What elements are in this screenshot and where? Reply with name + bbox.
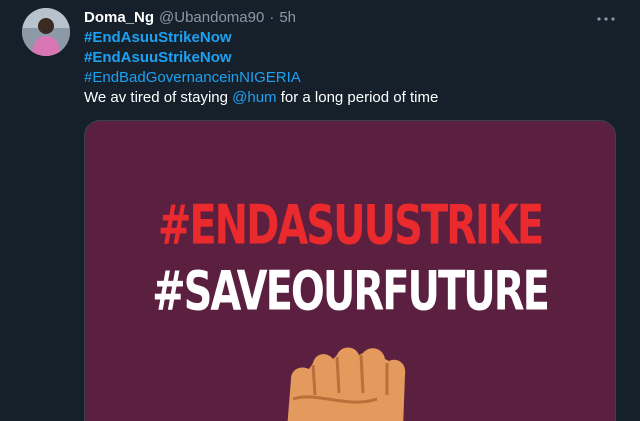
media-text-saveourfuture: #SAVEOURFUTURE	[152, 260, 550, 324]
tweet-text-start: We av tired of staying	[84, 89, 233, 106]
avatar[interactable]	[22, 8, 70, 56]
more-horizontal-icon[interactable]	[594, 10, 618, 28]
display-name[interactable]: Doma_Ng	[84, 8, 154, 28]
timestamp[interactable]: 5h	[279, 8, 296, 28]
avatar-image	[22, 8, 70, 56]
tweet-header: Doma_Ng @Ubandoma90 · 5h	[84, 8, 624, 28]
tweet-media-image[interactable]: #ENDASUUSTRIKE #SAVEOURFUTURE	[84, 120, 616, 421]
hashtag-link[interactable]: #EndAsuuStrikeNow	[84, 28, 624, 48]
tweet-text-end: for a long period of time	[276, 89, 439, 106]
hashtag-link[interactable]: #EndAsuuStrikeNow	[84, 48, 624, 68]
mention-link[interactable]: @hum	[232, 89, 276, 106]
tweet[interactable]: Doma_Ng @Ubandoma90 · 5h #EndAsuuStrikeN…	[0, 0, 640, 421]
separator-dot: ·	[269, 9, 275, 26]
user-handle[interactable]: @Ubandoma90	[159, 8, 264, 28]
tweet-content: Doma_Ng @Ubandoma90 · 5h #EndAsuuStrikeN…	[84, 8, 624, 108]
media-text-endasuustrike: #ENDASUUSTRIKE	[157, 194, 544, 258]
tweet-text: We av tired of staying @hum for a long p…	[84, 88, 624, 108]
raised-fist-icon	[287, 347, 406, 421]
hashtag-link[interactable]: #EndBadGovernanceinNIGERIA	[84, 68, 624, 88]
